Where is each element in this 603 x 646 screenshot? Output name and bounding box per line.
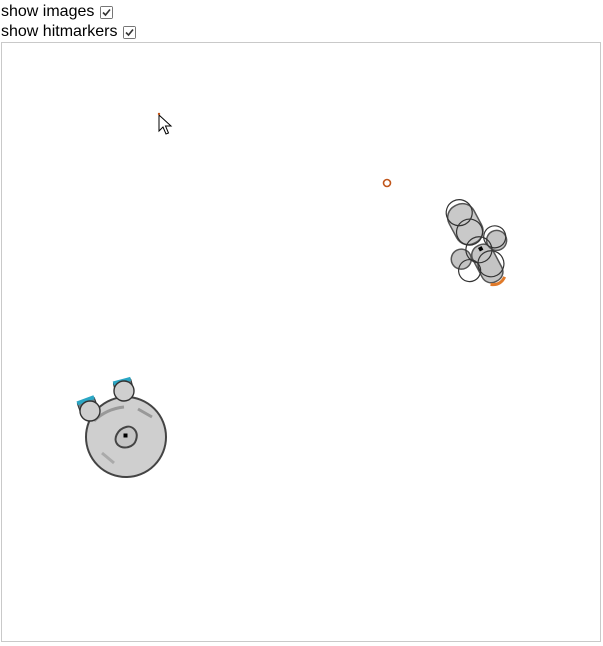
projectile-shell <box>382 178 392 188</box>
show-images-checkbox[interactable] <box>100 5 114 19</box>
mech-enemy <box>445 199 508 287</box>
cursor-hitmarker <box>157 112 161 116</box>
game-canvas[interactable] <box>1 42 601 642</box>
checkmark-icon <box>101 6 113 18</box>
option-show-hitmarkers: show hitmarkers <box>1 22 137 42</box>
pointer-arrow-icon <box>158 113 173 135</box>
option-show-images: show images <box>1 2 114 22</box>
option-label-show-images: show images <box>1 3 95 20</box>
option-label-show-hitmarkers: show hitmarkers <box>1 23 118 40</box>
show-hitmarkers-checkbox[interactable] <box>123 25 137 39</box>
checkmark-icon <box>124 26 136 38</box>
tank-player <box>76 376 167 478</box>
